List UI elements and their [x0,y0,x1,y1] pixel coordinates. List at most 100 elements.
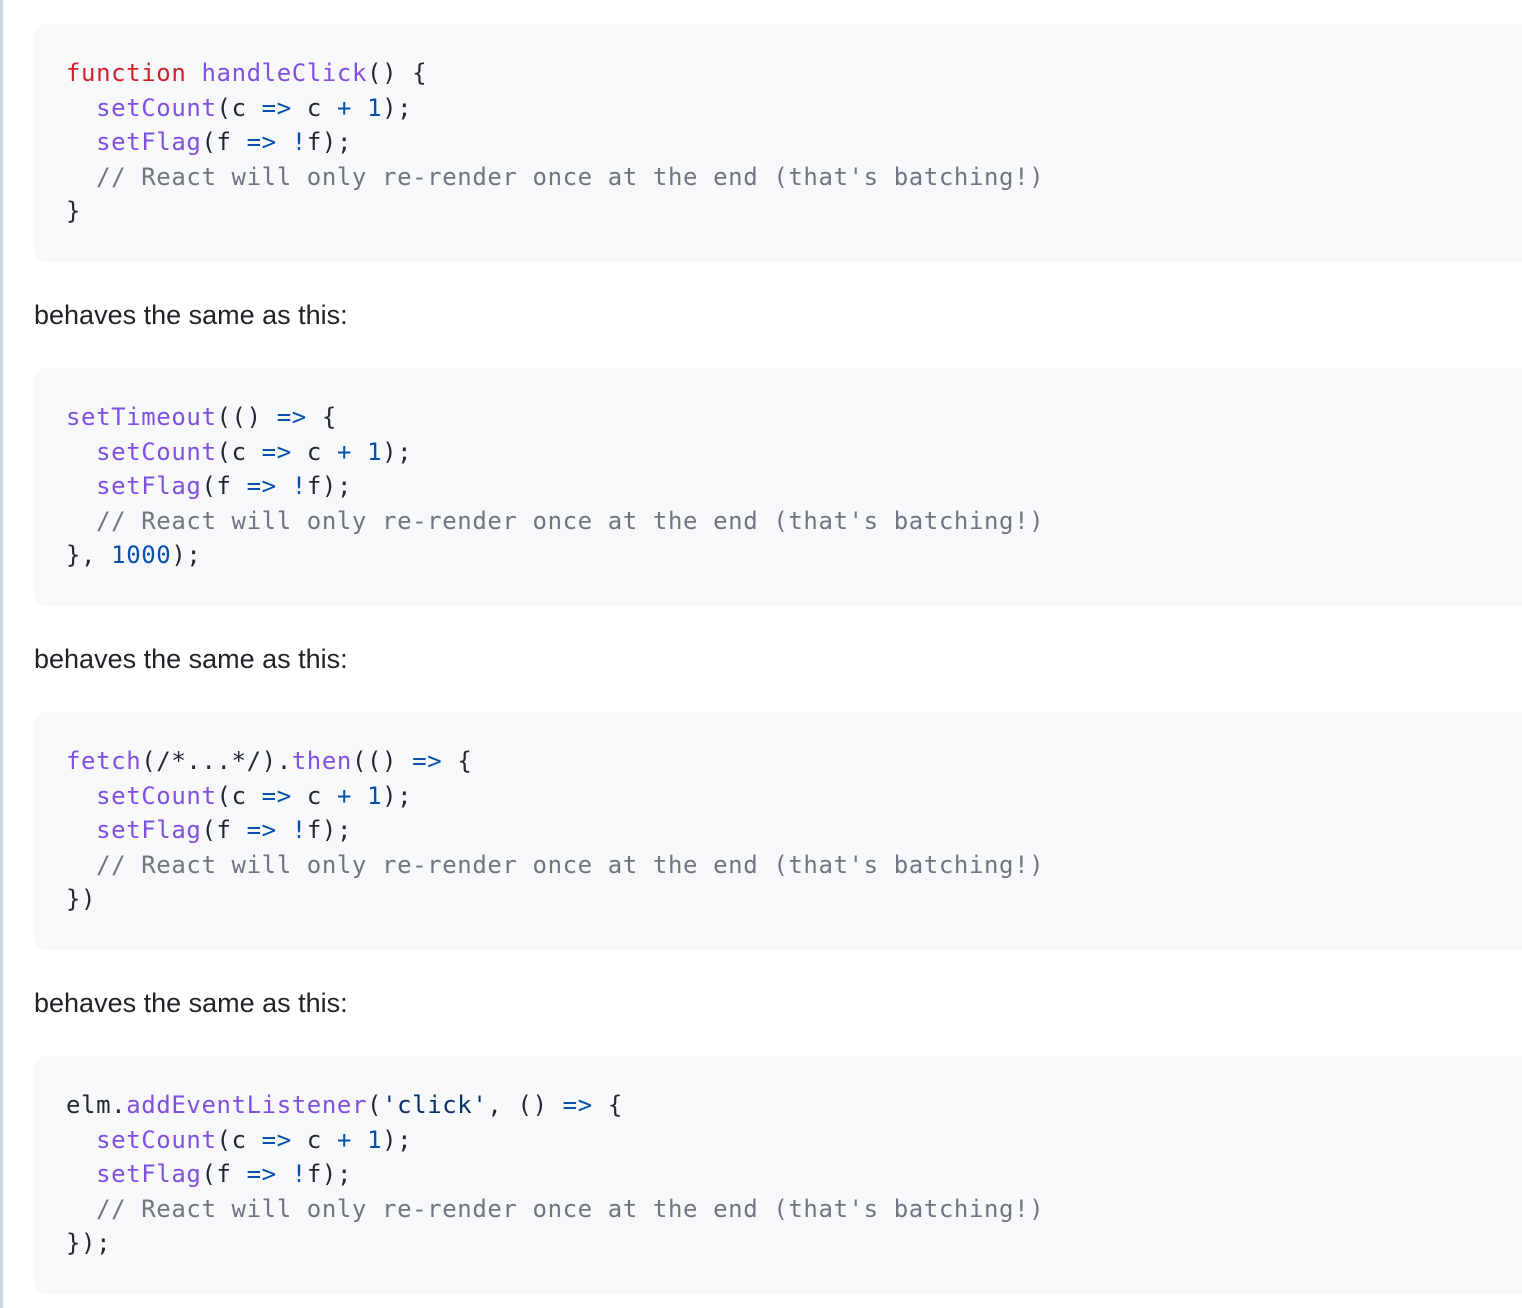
code-token: ); [382,1125,413,1154]
code-token: ! [291,816,307,845]
code-line: }, 1000); [66,541,201,569]
code-line: setTimeout(() => { [66,403,337,431]
code-token: 'click' [382,1091,488,1119]
code-token: // React will only re-render once at the… [66,506,1045,535]
code-token: ); [382,781,413,810]
code-token: { [442,747,473,775]
code-token: c [291,437,337,466]
code-line: fetch(/*...*/).then(() => { [66,747,472,775]
code-token: => [412,747,443,775]
code-token: c [291,1125,337,1154]
code-token: }); [66,1229,112,1258]
code-block-add-event-listener: elm.addEventListener('click', () => { se… [34,1056,1522,1294]
code-text: setTimeout(() => { setCount(c => c + 1);… [66,400,1490,573]
code-token: handleClick [201,59,368,87]
code-token: setFlag [96,128,202,157]
code-line: // React will only re-render once at the… [66,163,1044,191]
code-line: // React will only re-render once at the… [66,507,1044,535]
article-content: function handleClick() { setCount(c => c… [34,24,1522,1294]
code-token: c [291,93,337,122]
code-line: }); [66,1229,111,1257]
code-token: // React will only re-render once at the… [66,162,1045,191]
code-token: }, [66,541,112,570]
paragraph-text: behaves the same as this: [34,988,348,1018]
code-token: (() [351,747,413,775]
code-line: setCount(c => c + 1); [66,94,412,122]
code-line: // React will only re-render once at the… [66,1195,1044,1223]
code-token: ! [291,472,307,501]
code-token: function [66,59,187,87]
code-token: + [336,437,352,466]
code-token: () { [367,59,428,87]
code-token: => [261,1125,292,1154]
code-token: (c [216,93,262,122]
code-token: (f [201,816,247,845]
code-token: then [291,747,352,775]
content-left-border [0,0,3,1308]
code-token: , () [487,1091,563,1119]
code-text: function handleClick() { setCount(c => c… [66,56,1490,229]
paragraph-text: behaves the same as this: [34,300,348,330]
code-token: setCount [96,781,217,810]
code-line: setFlag(f => !f); [66,1160,352,1188]
code-token: + [336,1125,352,1154]
code-token: ); [382,93,413,122]
code-token: f); [306,128,353,157]
code-token: => [246,1160,277,1189]
code-token: (c [216,1125,262,1154]
code-token: => [246,128,277,157]
code-token: => [261,93,292,122]
code-token: ); [171,541,202,570]
code-block-handle-click: function handleClick() { setCount(c => c… [34,24,1522,262]
code-token: (/*...*/). [141,747,292,775]
code-token: ! [291,1160,307,1189]
code-token: + [336,93,352,122]
code-line: setFlag(f => !f); [66,128,352,156]
code-line: setCount(c => c + 1); [66,438,412,466]
paragraph-text: behaves the same as this: [34,644,348,674]
code-token: => [246,816,277,845]
code-token: f); [306,816,353,845]
code-token: => [276,403,307,431]
code-token: => [562,1091,593,1119]
code-token: ! [291,128,307,157]
code-line: // React will only re-render once at the… [66,851,1044,879]
code-token: (() [216,403,277,431]
code-token: 1 [367,781,383,810]
code-token: ( [367,1091,383,1119]
code-token: (c [216,781,262,810]
code-line: setFlag(f => !f); [66,816,352,844]
code-token: // React will only re-render once at the… [66,850,1045,879]
code-token: ); [382,437,413,466]
code-token: addEventListener [126,1091,367,1119]
code-block-set-timeout: setTimeout(() => { setCount(c => c + 1);… [34,368,1522,606]
code-token: (f [201,472,247,501]
code-token: { [592,1091,623,1119]
code-line: } [66,197,81,225]
code-token: 1 [367,437,383,466]
code-token: setTimeout [66,403,217,431]
code-token: { [306,403,337,431]
code-token: (f [201,1160,247,1189]
code-token: setFlag [96,1160,202,1189]
code-line: setFlag(f => !f); [66,472,352,500]
code-token: => [261,781,292,810]
code-token: setCount [96,1125,217,1154]
code-token: setFlag [96,816,202,845]
code-line: function handleClick() { [66,59,427,87]
code-token: elm. [66,1091,127,1119]
code-token: => [261,437,292,466]
